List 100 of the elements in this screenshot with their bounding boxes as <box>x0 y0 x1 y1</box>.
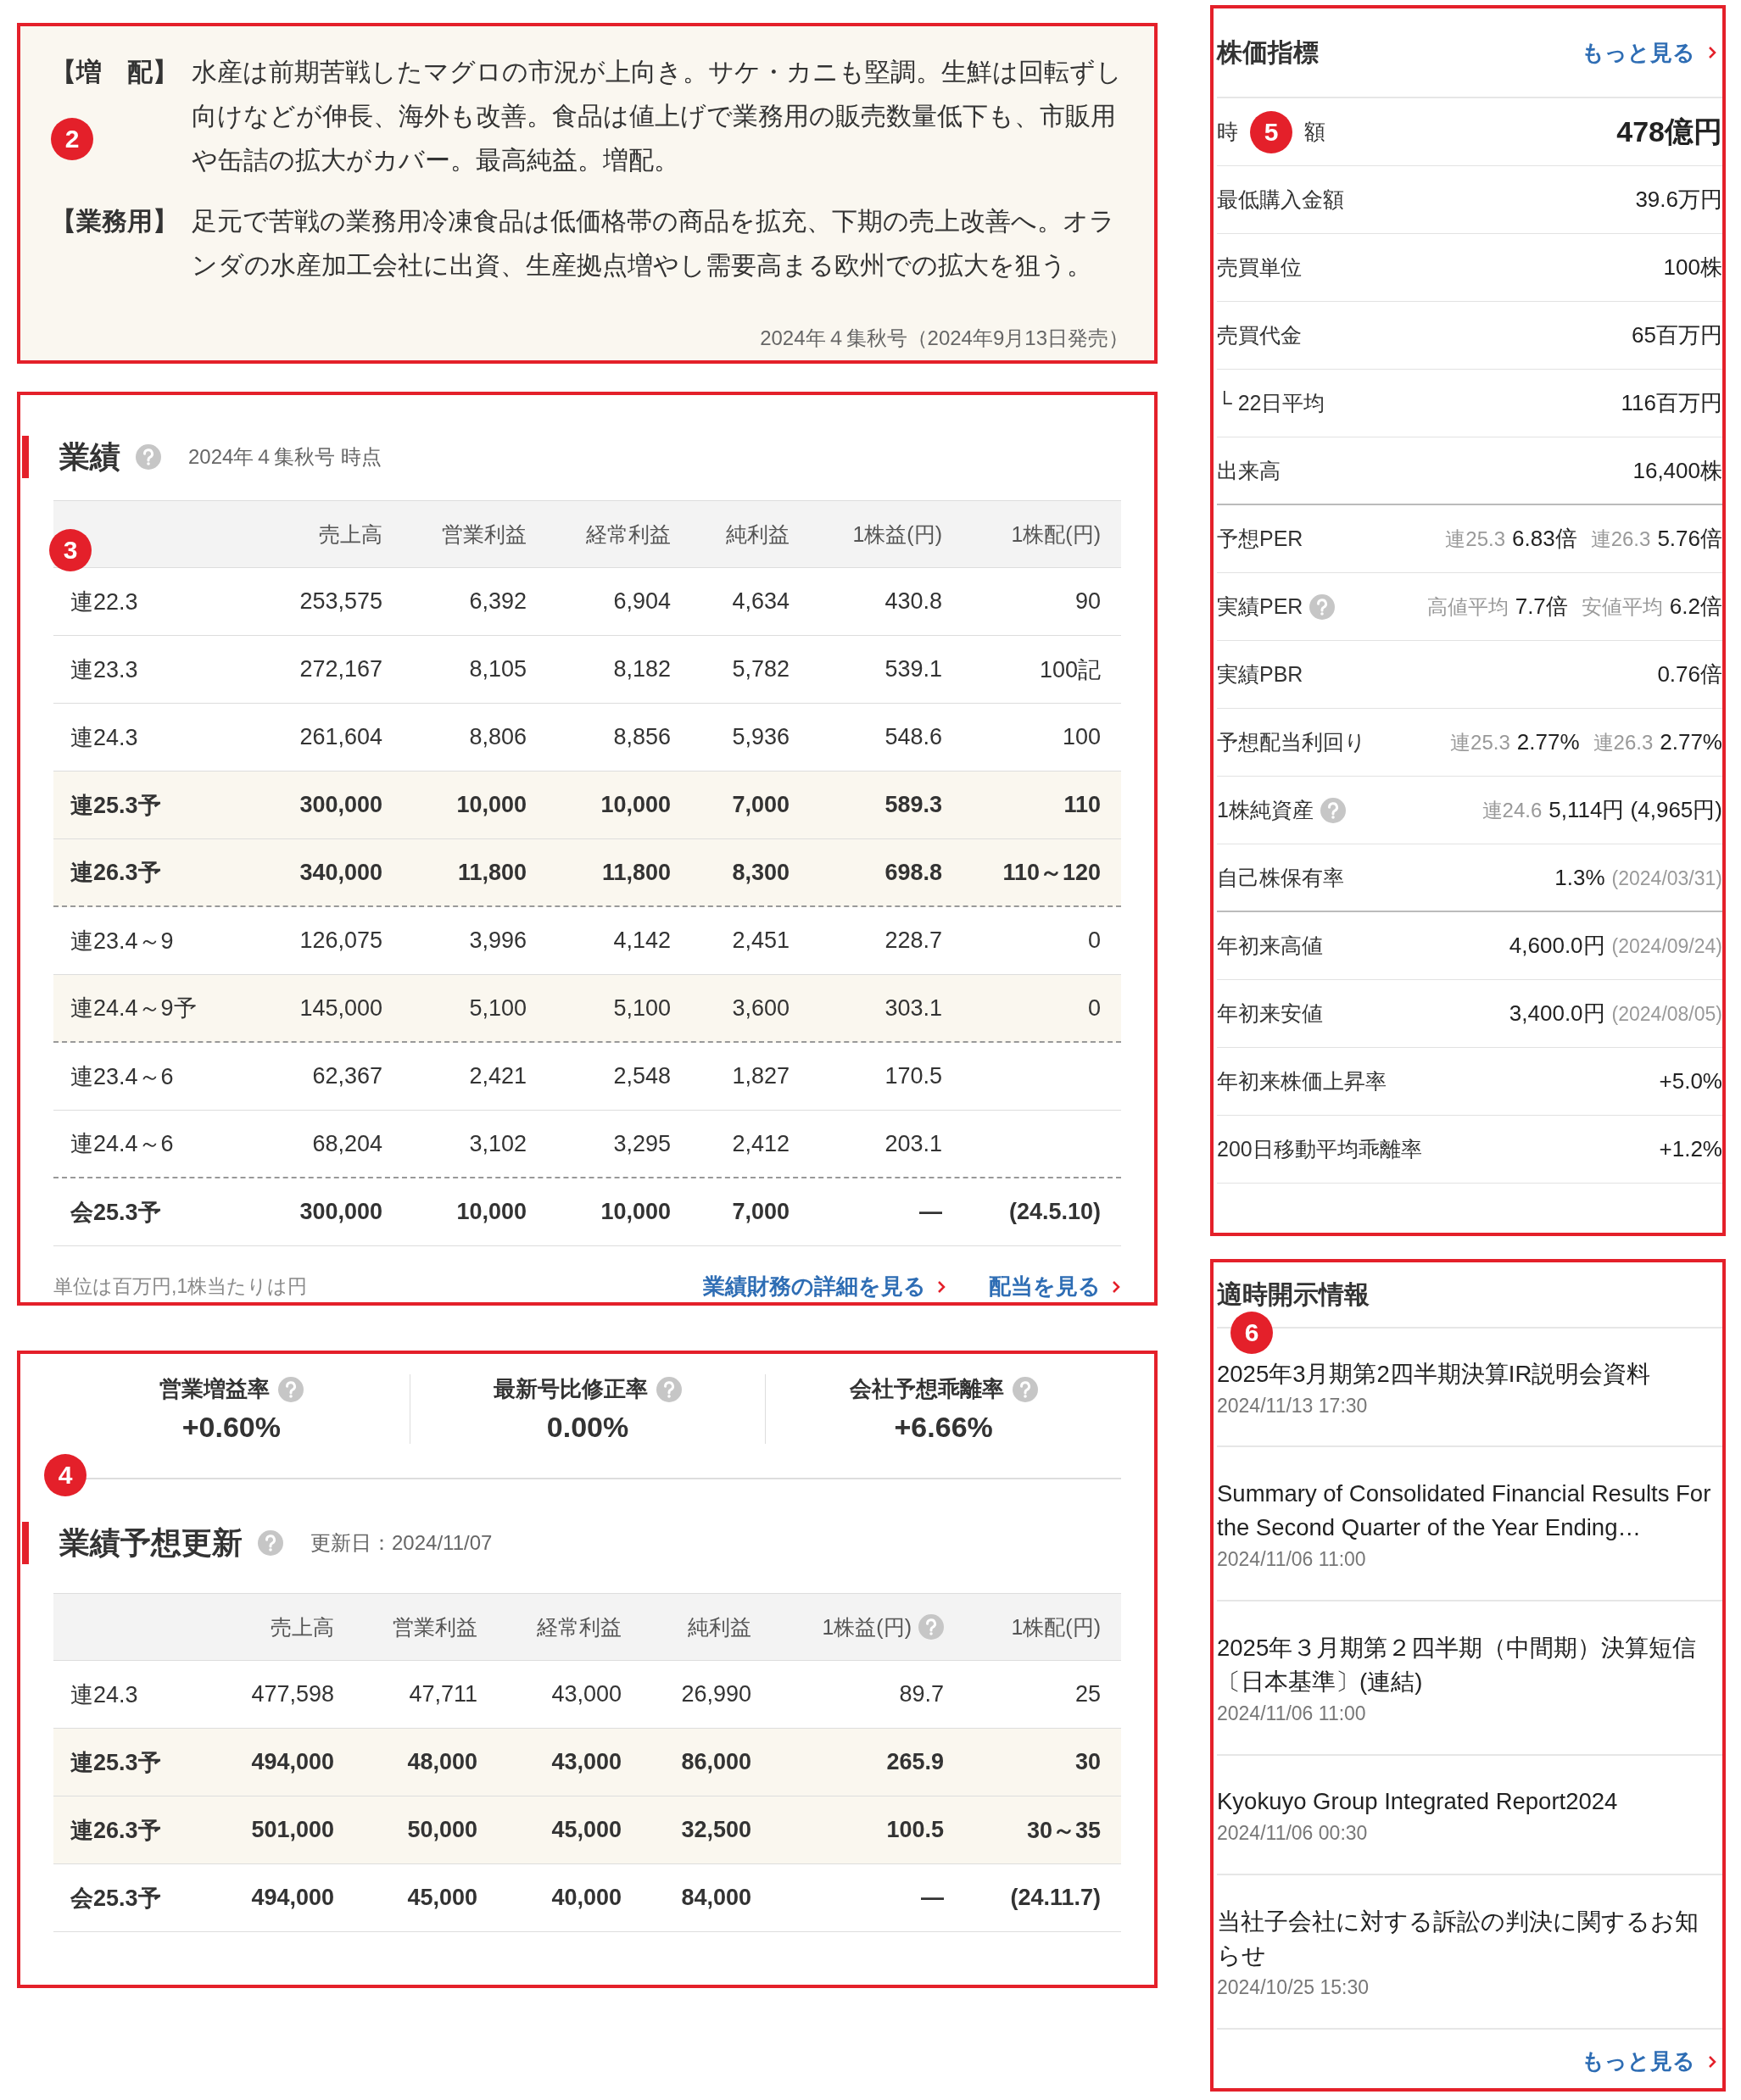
indicator-label: 1株純資産 <box>1217 797 1314 823</box>
indicator-label: 200日移動平均乖離率 <box>1217 1136 1422 1162</box>
period-label: 連26.3 <box>1590 526 1651 552</box>
table-cell-text: 50,000 <box>406 1817 478 1843</box>
indicator-value: 6.83倍 <box>1512 525 1577 553</box>
disclosure-link[interactable]: 当社子会社に対する訴訟の判決に関するお知らせ <box>1217 1904 1722 1973</box>
help-icon[interactable] <box>1012 1376 1038 1402</box>
indicator-label: 額 <box>1304 119 1325 145</box>
table-cell-text: 10,000 <box>600 1199 672 1225</box>
help-icon[interactable] <box>918 1614 944 1640</box>
table-cell-text: 100 <box>1061 724 1102 750</box>
source-note: 2024年４集秋号（2024年9月13日発売） <box>760 326 1129 351</box>
table-cell-text: 494,000 <box>250 1885 335 1911</box>
table-cell-text: 5,100 <box>612 994 672 1022</box>
number-marker: 6 <box>1230 1312 1273 1354</box>
row-label: 連22.3 <box>70 588 139 616</box>
table-cell-text: 228.7 <box>884 927 943 954</box>
table-cell-text: 3,996 <box>468 927 527 954</box>
indicator-label: └ 22日平均 <box>1217 390 1325 416</box>
table-cell-text: (24.11.7) <box>1009 1885 1102 1911</box>
table-cell-text: 4,634 <box>731 588 790 615</box>
period-label: 連25.3 <box>1445 526 1506 552</box>
table-cell-text: 0 <box>1086 994 1102 1022</box>
indicator-value: 0.76倍 <box>1657 660 1722 688</box>
table-cell-text: 7,000 <box>731 1199 790 1225</box>
table-cell-text: 7,000 <box>731 792 790 818</box>
table-cell-text: 340,000 <box>299 859 383 886</box>
indicator-label: 最低購入金額 <box>1217 187 1344 213</box>
paragraph-heading: 【増 配】 <box>51 57 179 87</box>
chevron-icon <box>1111 1278 1121 1295</box>
more-link[interactable]: もっと見る <box>1582 37 1722 68</box>
table-cell-text: 6,904 <box>612 588 672 615</box>
title-note: 2024年４集秋号 時点 <box>188 444 382 470</box>
indicator-value: 7.7倍 <box>1515 593 1568 621</box>
table-cell-text: 10,000 <box>455 792 527 818</box>
disclosure-date: 2024/11/06 11:00 <box>1217 1702 1367 1725</box>
indicator-value: 100株 <box>1663 253 1722 281</box>
table-cell-text: 89.7 <box>898 1681 945 1707</box>
column-header: 純利益 <box>688 1613 751 1640</box>
indicator-label: 出来高 <box>1217 458 1281 484</box>
row-label: 連26.3予 <box>70 1816 162 1845</box>
table-cell-text: 43,000 <box>550 1681 622 1707</box>
help-icon[interactable] <box>1320 797 1346 823</box>
indicator-label: 年初来株価上昇率 <box>1217 1068 1387 1095</box>
table-cell-text: 5,782 <box>731 656 790 682</box>
disclosure-link[interactable]: Kyokuyo Group Integrated Report2024 <box>1217 1785 1722 1819</box>
row-label: 連23.4～9 <box>70 927 175 955</box>
table-cell-text: 8,105 <box>468 656 527 682</box>
indicator-label: 自己株保有率 <box>1217 865 1344 891</box>
disclosure-link[interactable]: Summary of Consolidated Financial Results For the Second Quarter of the Year Ending… <box>1217 1476 1722 1545</box>
column-header: 1株益(円) <box>822 1613 912 1640</box>
chevron-icon <box>1707 2053 1717 2069</box>
indicator-value: 2.77% <box>1660 728 1722 755</box>
table-cell-text: 494,000 <box>250 1749 335 1775</box>
table-cell-text: 86,000 <box>680 1749 752 1775</box>
disclosure-link[interactable]: 2025年３月期第２四半期（中間期）決算短信〔日本基準〕(連結) <box>1217 1630 1722 1699</box>
help-icon[interactable] <box>277 1376 304 1402</box>
table-cell-text: 47,711 <box>408 1681 478 1707</box>
link[interactable]: 業績財務の詳細を見る <box>703 1272 946 1301</box>
rate-label: 会社予想乖離率 <box>849 1374 1038 1404</box>
table-cell-text: 100.5 <box>885 1817 945 1843</box>
table-cell-text: 145,000 <box>299 994 383 1022</box>
table-cell-text: 548.6 <box>884 724 943 750</box>
more-link[interactable]: もっと見る <box>1582 2047 1722 2076</box>
disclosure-date: 2024/11/13 17:30 <box>1217 1394 1369 1418</box>
table-cell-text: 8,182 <box>612 656 672 682</box>
date-note: (2024/03/31) <box>1611 867 1722 890</box>
indicator-label: 売買代金 <box>1217 322 1302 348</box>
disclosure-link[interactable]: 2025年3月期第2四半期決算IR説明会資料 <box>1217 1356 1722 1391</box>
column-header: 売上高 <box>319 521 382 548</box>
indicator-value: 16,400株 <box>1632 457 1722 485</box>
disclosure-date: 2024/11/06 11:00 <box>1217 1547 1367 1571</box>
link[interactable]: 配当を見る <box>989 1272 1121 1301</box>
period-label: 連25.3 <box>1450 729 1510 755</box>
indicator-value: +1.2% <box>1659 1136 1722 1162</box>
disclosure-date: 2024/10/25 15:30 <box>1217 1975 1370 1999</box>
help-icon[interactable] <box>656 1376 682 1402</box>
row-label: 連24.4～6 <box>70 1130 175 1158</box>
table-cell-text: 126,075 <box>299 927 383 954</box>
table-cell-text: 4,142 <box>612 927 672 954</box>
indicator-label: 予想PER <box>1217 526 1303 552</box>
number-marker: 5 <box>1250 110 1292 153</box>
column-header: 営業利益 <box>442 521 527 548</box>
column-header: 1株益(円) <box>852 521 942 548</box>
table-cell-text: 11,800 <box>456 859 527 886</box>
help-icon[interactable] <box>1309 593 1336 620</box>
indicator-value: 6.2倍 <box>1669 593 1722 621</box>
indicator-value: 1.3% <box>1554 865 1605 891</box>
table-cell-text: 45,000 <box>406 1885 478 1911</box>
help-icon[interactable] <box>258 1530 283 1556</box>
table-cell-text: 110 <box>1063 792 1102 818</box>
table-cell-text: 40,000 <box>550 1885 622 1911</box>
help-icon[interactable] <box>136 444 161 470</box>
table-cell-text: 203.1 <box>884 1130 943 1157</box>
table-cell-text: 5,936 <box>731 724 790 750</box>
row-label: 連26.3予 <box>70 859 162 887</box>
row-label: 連24.3 <box>70 723 139 752</box>
column-header: 売上高 <box>271 1613 334 1640</box>
table-cell-text: 100記 <box>1038 655 1102 684</box>
date-note: (2024/09/24) <box>1611 935 1722 958</box>
